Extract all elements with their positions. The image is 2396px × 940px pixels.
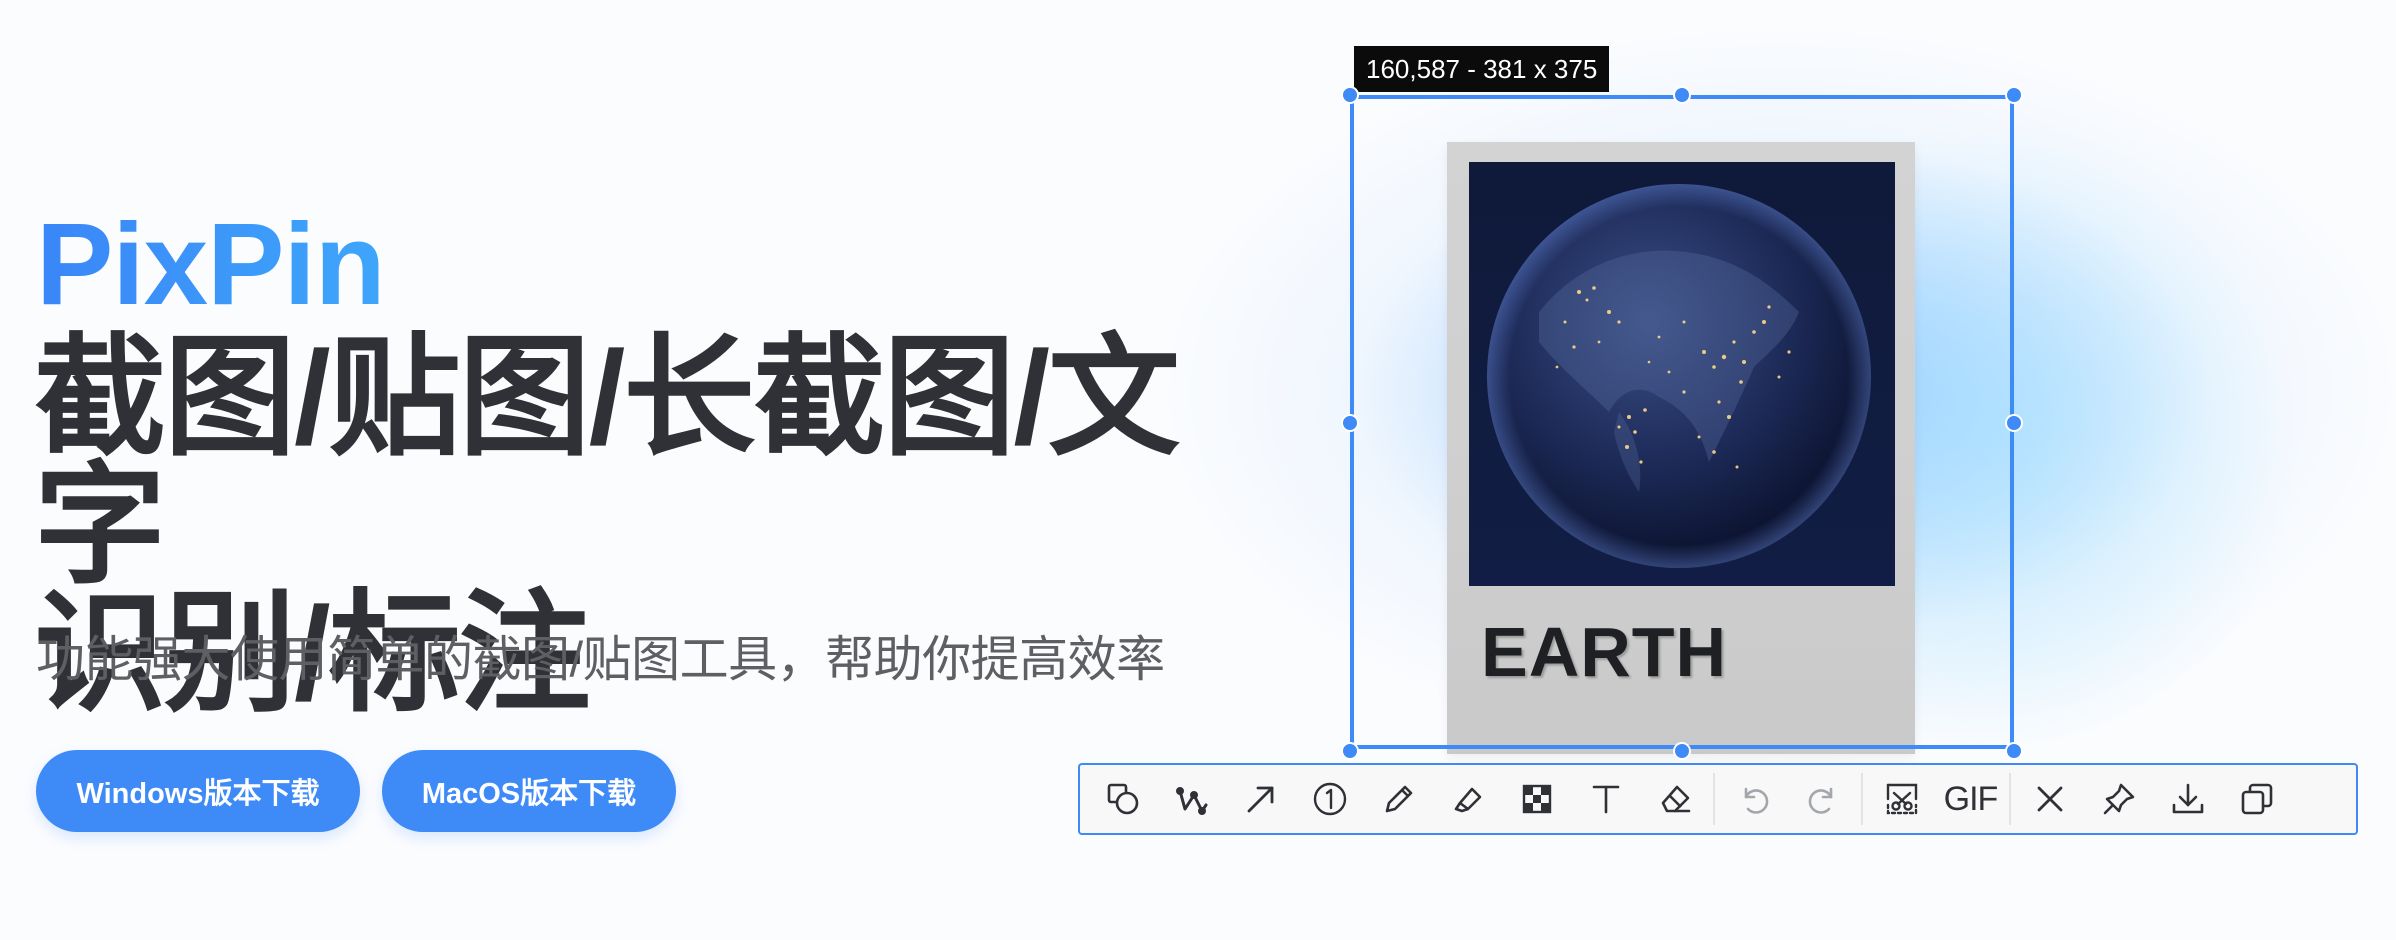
shape-icon[interactable]: [1088, 767, 1157, 831]
text-icon[interactable]: [1571, 767, 1640, 831]
eraser-icon[interactable]: [1640, 767, 1709, 831]
headline-line-1: 截图/贴图/长截图/文字: [34, 324, 1180, 599]
gif-icon[interactable]: GIF: [1936, 767, 2005, 831]
resize-handle-bottom-right[interactable]: [2005, 742, 2023, 760]
resize-handle-top[interactable]: [1673, 86, 1691, 104]
annotation-toolbar: GIF: [1078, 763, 2358, 835]
selection-box[interactable]: [1350, 95, 2014, 749]
toolbar-separator: [1713, 773, 1715, 825]
save-icon[interactable]: [2153, 767, 2222, 831]
arrow-icon[interactable]: [1226, 767, 1295, 831]
toolbar-separator: [1861, 773, 1863, 825]
resize-handle-bottom-left[interactable]: [1341, 742, 1359, 760]
pin-icon[interactable]: [2084, 767, 2153, 831]
resize-handle-top-right[interactable]: [2005, 86, 2023, 104]
number-marker-icon[interactable]: [1295, 767, 1364, 831]
toolbar-separator: [2009, 773, 2011, 825]
resize-handle-left[interactable]: [1341, 414, 1359, 432]
mosaic-icon[interactable]: [1502, 767, 1571, 831]
copy-icon[interactable]: [2222, 767, 2291, 831]
gif-label: GIF: [1943, 779, 1999, 818]
redo-icon[interactable]: [1788, 767, 1857, 831]
brand-title: PixPin: [36, 199, 386, 329]
highlighter-icon[interactable]: [1433, 767, 1502, 831]
windows-download-button[interactable]: Windows版本下载: [36, 750, 360, 832]
polyline-icon[interactable]: [1157, 767, 1226, 831]
undo-icon[interactable]: [1719, 767, 1788, 831]
long-screenshot-icon[interactable]: [1867, 767, 1936, 831]
selection-info-label: 160,587 - 381 x 375: [1354, 46, 1610, 92]
macos-download-button[interactable]: MacOS版本下载: [382, 750, 676, 832]
pencil-icon[interactable]: [1364, 767, 1433, 831]
subtitle: 功能强大使用简单的截图/贴图工具，帮助你提高效率: [36, 633, 1165, 687]
resize-handle-bottom[interactable]: [1673, 742, 1691, 760]
resize-handle-right[interactable]: [2005, 414, 2023, 432]
resize-handle-top-left[interactable]: [1341, 86, 1359, 104]
close-icon[interactable]: [2015, 767, 2084, 831]
